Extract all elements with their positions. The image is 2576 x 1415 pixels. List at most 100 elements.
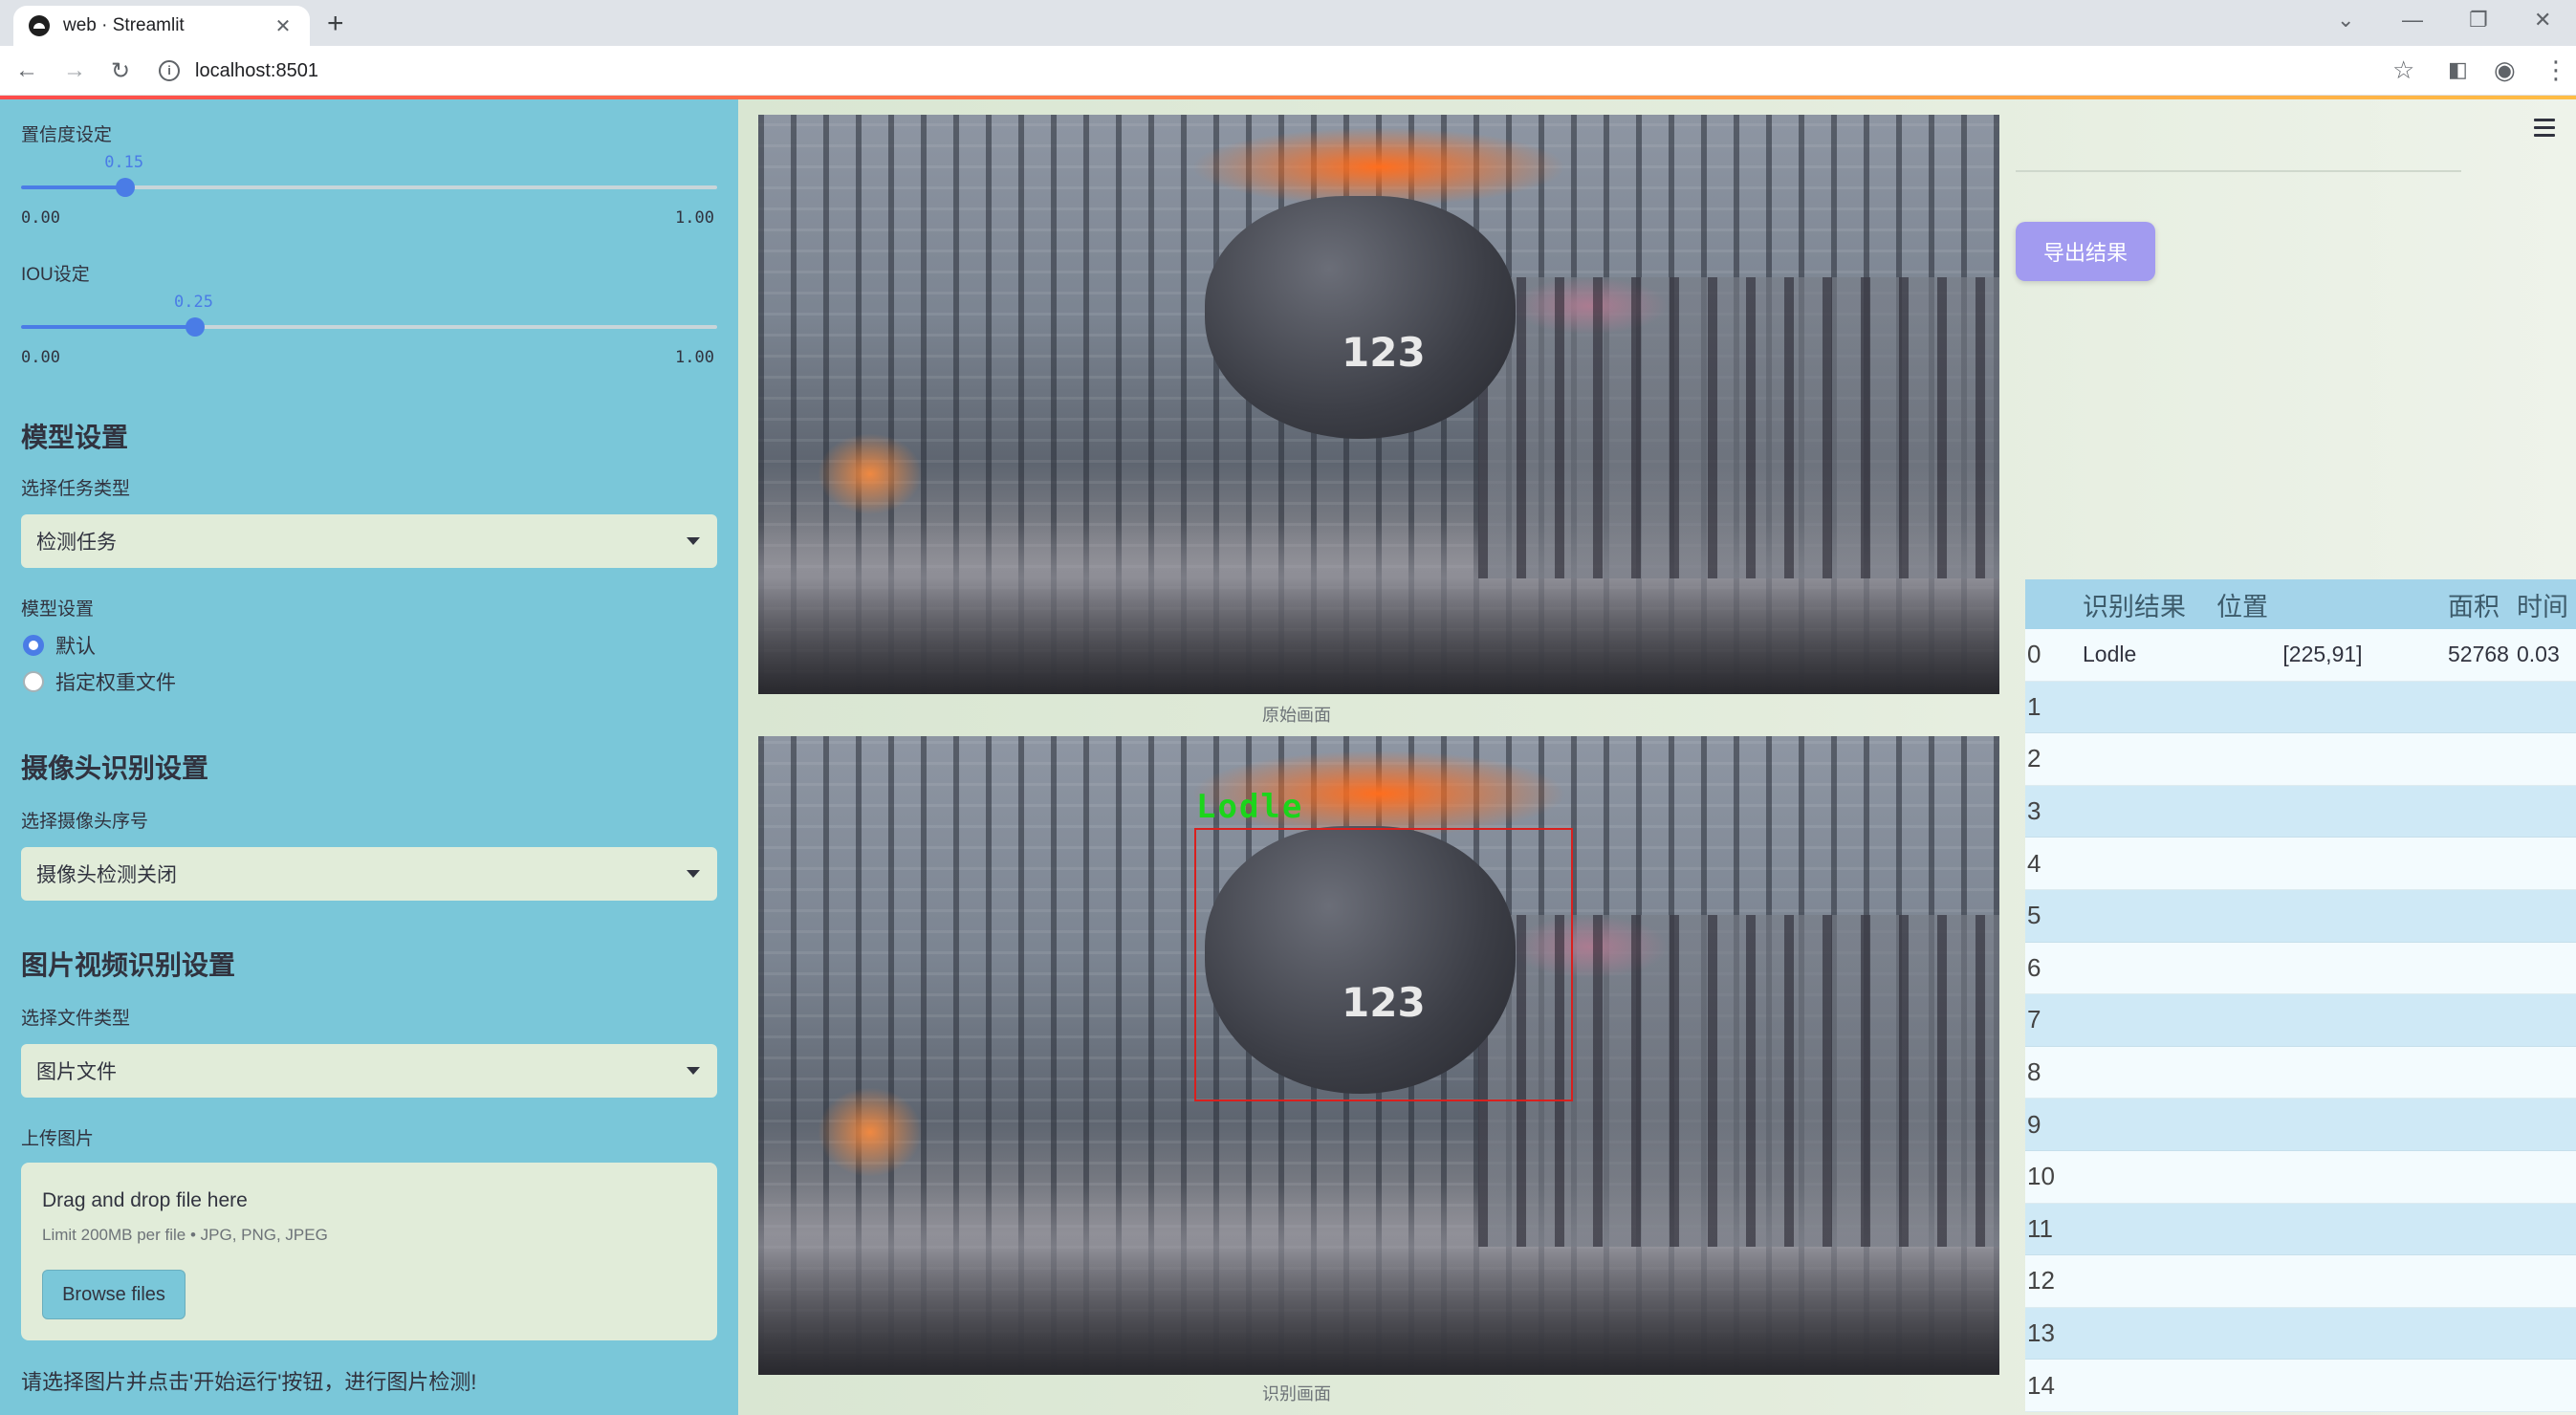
table-row[interactable]: 8	[2025, 1046, 2576, 1099]
iou-value: 0.25	[174, 293, 213, 312]
bookmark-star-icon[interactable]: ☆	[2392, 55, 2414, 85]
table-row[interactable]: 1	[2025, 681, 2576, 734]
iou-max: 1.00	[675, 348, 714, 367]
iou-slider-fill	[21, 325, 195, 329]
radio-custom-weights[interactable]: 指定权重文件	[23, 667, 176, 696]
row-index: 2	[2027, 744, 2041, 773]
iou-min: 0.00	[21, 348, 60, 367]
chevron-down-icon	[687, 1067, 700, 1075]
file-dropzone[interactable]: Drag and drop file here Limit 200MB per …	[21, 1163, 717, 1340]
original-caption: 原始画面	[1262, 706, 1331, 725]
row-index: 6	[2027, 952, 2041, 982]
table-row[interactable]: 12	[2025, 1255, 2576, 1308]
ladle-shape	[1205, 195, 1516, 440]
confidence-slider[interactable]	[21, 178, 717, 197]
task-type-value: 检测任务	[36, 532, 117, 554]
site-info-icon[interactable]: i	[159, 60, 180, 81]
detection-bounding-box	[1194, 828, 1573, 1101]
table-row[interactable]: 7	[2025, 994, 2576, 1047]
table-row[interactable]: 9	[2025, 1099, 2576, 1151]
reload-icon[interactable]: ↻	[111, 57, 130, 85]
camera-section-title: 摄像头识别设置	[21, 753, 209, 783]
row-index: 1	[2027, 691, 2041, 721]
chevron-down-icon	[687, 870, 700, 878]
upload-label: 上传图片	[21, 1129, 95, 1149]
row-index: 11	[2027, 1213, 2053, 1243]
header-result[interactable]: 识别结果	[2069, 586, 2203, 623]
new-tab-button[interactable]: +	[327, 8, 344, 40]
radio-unselected-icon	[23, 671, 44, 692]
divider	[2016, 170, 2461, 172]
camera-index-select[interactable]: 摄像头检测关闭	[21, 847, 717, 901]
model-section-title: 模型设置	[21, 423, 129, 452]
table-row[interactable]: 11	[2025, 1203, 2576, 1256]
row-index: 8	[2027, 1057, 2041, 1087]
furnace-structure	[1477, 276, 1999, 578]
table-header: 识别结果 位置 面积 时间	[2025, 579, 2576, 629]
ladle-number: 123	[1342, 329, 1426, 377]
url-text: localhost:8501	[195, 59, 318, 81]
tab-title: web · Streamlit	[63, 15, 185, 35]
row-index: 14	[2027, 1370, 2055, 1400]
confidence-label: 置信度设定	[21, 125, 113, 145]
browser-menu-icon[interactable]: ⋮	[2543, 55, 2568, 85]
row-index: 7	[2027, 1005, 2041, 1034]
side-panel-icon[interactable]: ◧	[2448, 57, 2468, 82]
tab-close-icon[interactable]: ✕	[272, 14, 295, 38]
browser-tab-bar: web · Streamlit ✕ + ⌄ — ❐ ✕	[0, 0, 2576, 46]
row-index: 9	[2027, 1109, 2041, 1139]
table-row[interactable]: 0 Lodle [225,91] 52768 0.03	[2025, 629, 2576, 682]
tab-search-chevron-icon[interactable]: ⌄	[2337, 8, 2354, 33]
table-row[interactable]: 4	[2025, 838, 2576, 890]
table-row[interactable]: 5	[2025, 889, 2576, 943]
browse-files-button[interactable]: Browse files	[42, 1270, 186, 1319]
confidence-slider-thumb[interactable]	[116, 178, 136, 197]
table-row[interactable]: 3	[2025, 785, 2576, 838]
task-type-label: 选择任务类型	[21, 479, 131, 499]
minimize-icon[interactable]: —	[2402, 8, 2423, 33]
back-arrow-icon[interactable]: ←	[15, 57, 38, 84]
address-bar[interactable]: i localhost:8501	[159, 53, 2358, 89]
table-row[interactable]: 14	[2025, 1360, 2576, 1412]
profile-avatar-icon[interactable]: ◉	[2494, 55, 2516, 85]
file-type-select[interactable]: 图片文件	[21, 1044, 717, 1098]
streamlit-favicon-icon	[29, 15, 50, 36]
header-area[interactable]: 面积	[2442, 586, 2511, 623]
confidence-min: 0.00	[21, 208, 60, 228]
close-window-icon[interactable]: ✕	[2534, 8, 2551, 33]
table-body: 0 Lodle [225,91] 52768 0.03 1 2 3 4 5 6 7 8 9 10 11 12 13…	[2025, 629, 2576, 1412]
camera-index-value: 摄像头检测关闭	[36, 864, 177, 886]
header-position[interactable]: 位置	[2203, 586, 2442, 623]
row-index: 3	[2027, 796, 2041, 826]
table-row[interactable]: 13	[2025, 1307, 2576, 1361]
dropzone-limit: Limit 200MB per file • JPG, PNG, JPEG	[42, 1226, 328, 1244]
radio-custom-weights-label: 指定权重文件	[55, 672, 176, 694]
confidence-slider-fill	[21, 185, 126, 189]
radio-default[interactable]: 默认	[23, 631, 96, 660]
iou-slider-thumb[interactable]	[186, 317, 205, 337]
table-row[interactable]: 2	[2025, 733, 2576, 786]
export-results-button[interactable]: 导出结果	[2016, 222, 2155, 281]
file-type-value: 图片文件	[36, 1061, 117, 1083]
iou-slider[interactable]	[21, 317, 717, 337]
iou-label: IOU设定	[21, 265, 90, 285]
restore-icon[interactable]: ❐	[2469, 8, 2488, 33]
browser-tab[interactable]: web · Streamlit ✕	[13, 6, 310, 46]
task-type-select[interactable]: 检测任务	[21, 514, 717, 568]
table-row[interactable]: 6	[2025, 942, 2576, 995]
radio-selected-icon	[23, 635, 44, 656]
table-row[interactable]: 10	[2025, 1150, 2576, 1204]
row-position: [225,91]	[2282, 642, 2363, 667]
row-index: 5	[2027, 901, 2041, 930]
detected-image: 123 Lodle	[758, 736, 1999, 1375]
chevron-down-icon	[687, 537, 700, 545]
forward-arrow-icon[interactable]: →	[63, 57, 86, 84]
original-image: 123	[758, 115, 1999, 694]
streamlit-menu-icon[interactable]	[2534, 119, 2555, 142]
model-settings-label: 模型设置	[21, 599, 95, 620]
header-time[interactable]: 时间	[2511, 586, 2576, 623]
browser-toolbar: ← → ↻ i localhost:8501 ☆ ◧ ◉ ⋮	[0, 46, 2576, 96]
detection-label: Lodle	[1196, 788, 1304, 826]
instruction-text: 请选择图片并点击'开始运行'按钮，进行图片检测!	[21, 1370, 477, 1394]
detected-caption: 识别画面	[1262, 1384, 1331, 1404]
